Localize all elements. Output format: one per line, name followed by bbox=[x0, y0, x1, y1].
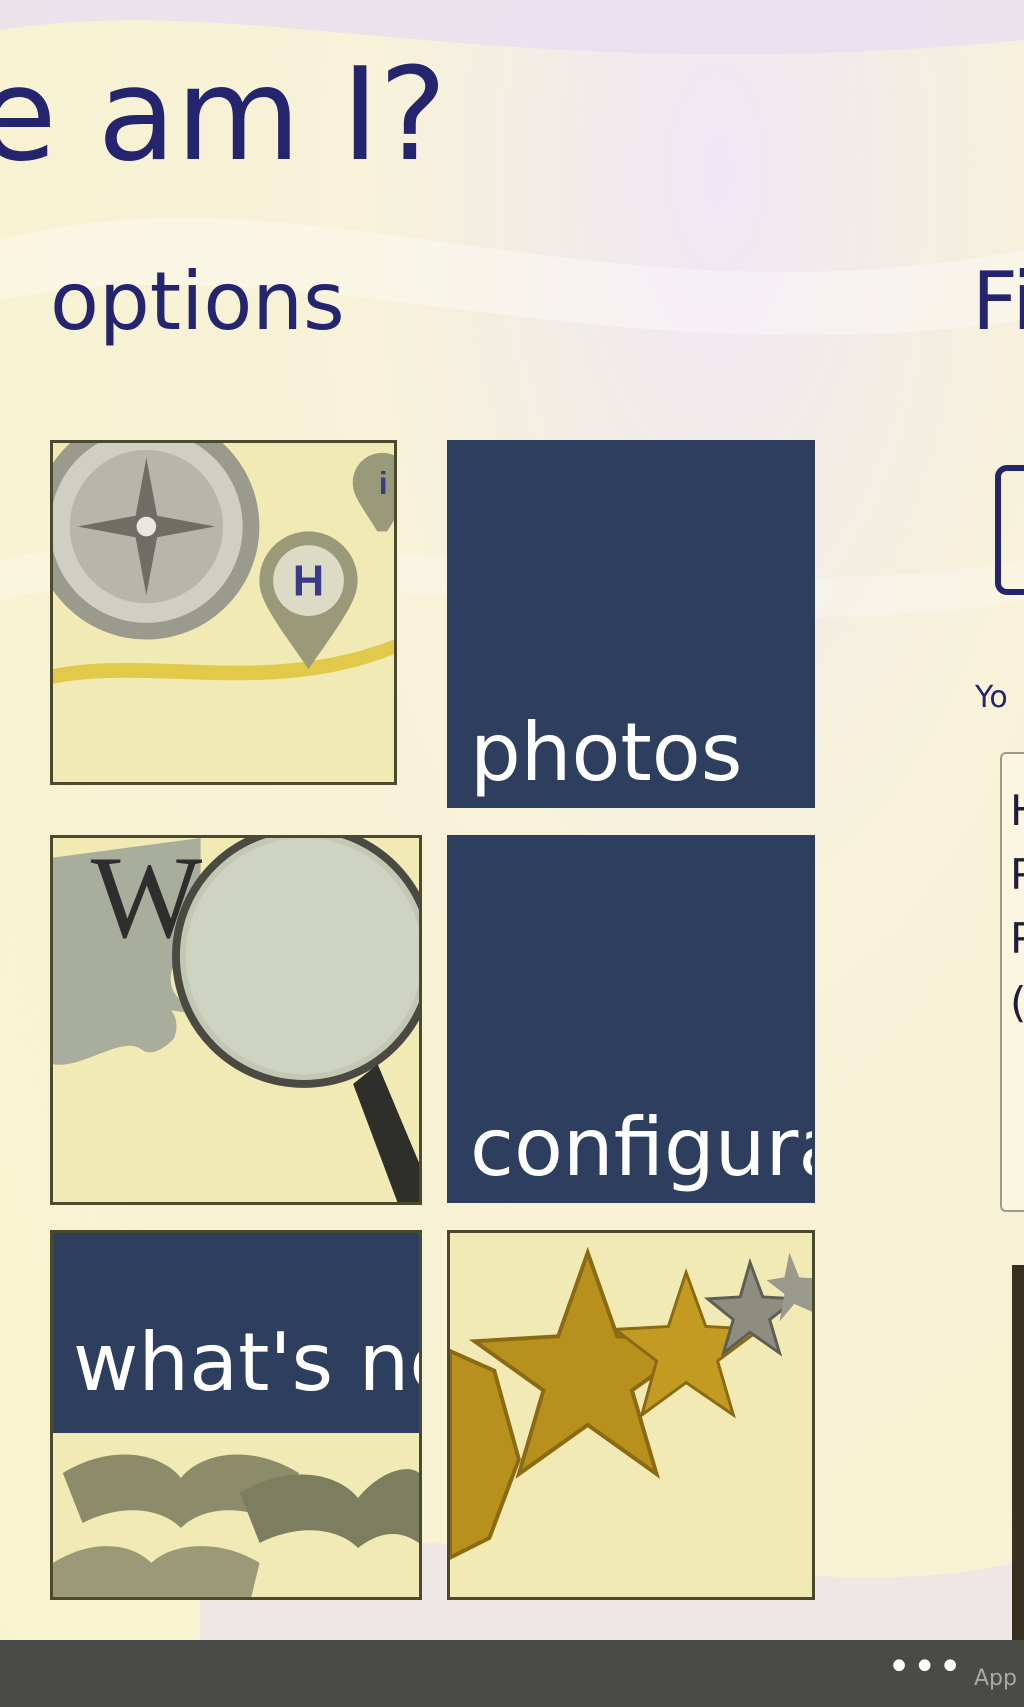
right-panel: Fi Yo H P P ( bbox=[970, 0, 1024, 1640]
compass-map-icon: H i bbox=[53, 443, 394, 782]
app-bar: ••• App bbox=[0, 1640, 1024, 1707]
right-panel-image bbox=[1012, 1265, 1024, 1640]
options-heading: options bbox=[50, 255, 345, 348]
rate-tile[interactable] bbox=[447, 1230, 815, 1600]
textbox-line: H bbox=[1010, 779, 1024, 843]
configuration-tile[interactable]: configura bbox=[447, 835, 815, 1203]
textbox-line: ( bbox=[1010, 971, 1024, 1035]
info-letter: i bbox=[379, 466, 388, 501]
right-panel-caption: Yo bbox=[975, 680, 1008, 715]
pin-letter: H bbox=[293, 557, 324, 605]
stars-icon bbox=[450, 1233, 812, 1597]
whats-new-tile[interactable]: what's ne bbox=[50, 1230, 422, 1600]
app-bar-label: App bbox=[974, 1666, 1017, 1691]
more-options-icon[interactable]: ••• bbox=[887, 1644, 964, 1690]
configuration-label: configura bbox=[470, 1101, 815, 1194]
books-icon bbox=[53, 1433, 419, 1597]
whats-new-label: what's ne bbox=[73, 1316, 422, 1409]
page-title: e am I? bbox=[0, 41, 447, 190]
right-panel-textbox[interactable]: H P P ( bbox=[1000, 752, 1024, 1212]
wikipedia-magnifier-icon: W bbox=[53, 838, 419, 1202]
maps-tile[interactable]: H i bbox=[50, 440, 397, 785]
right-panel-heading: Fi bbox=[972, 255, 1024, 348]
textbox-line: P bbox=[1010, 914, 1024, 963]
textbox-line: P bbox=[1010, 850, 1024, 899]
photos-tile[interactable]: photos bbox=[447, 440, 815, 808]
right-panel-button[interactable] bbox=[995, 465, 1024, 595]
wiki-tile[interactable]: W bbox=[50, 835, 422, 1205]
photos-label: photos bbox=[470, 706, 743, 799]
